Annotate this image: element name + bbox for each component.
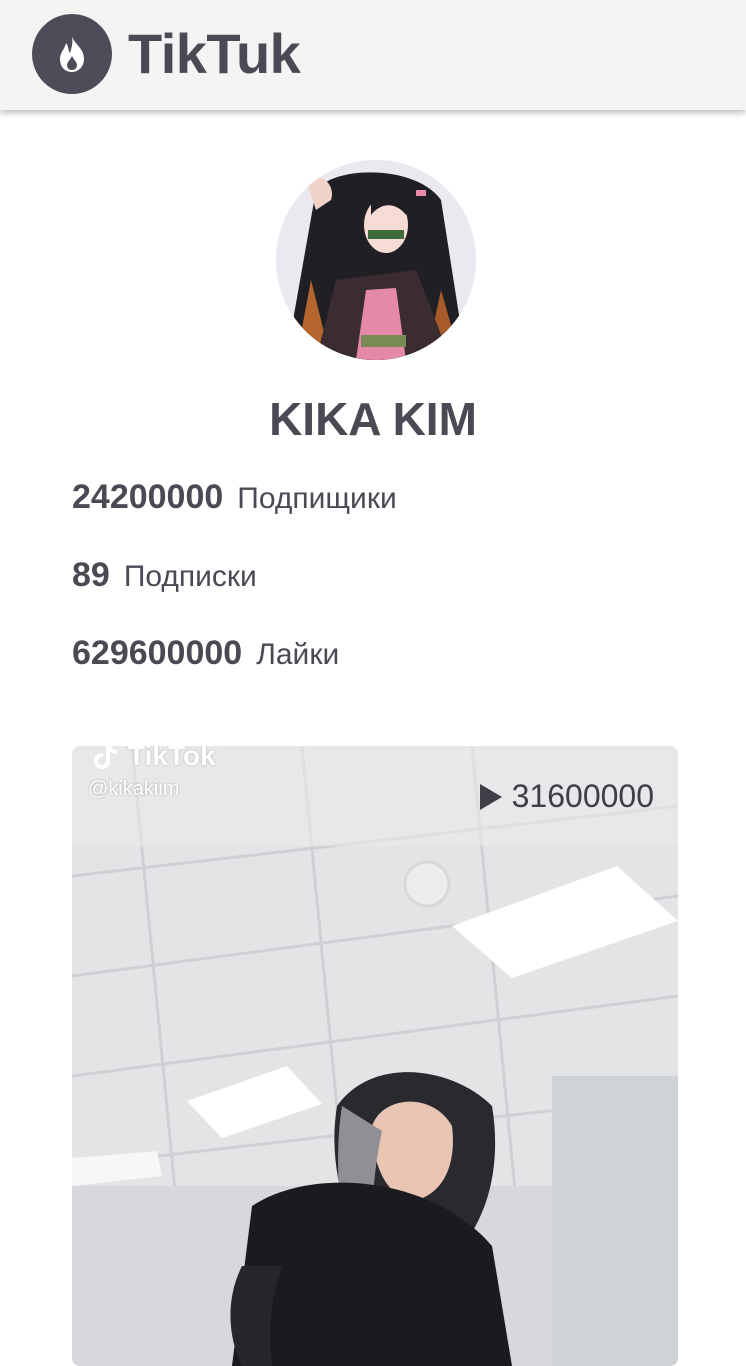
following-label: Подписки <box>123 560 257 593</box>
app-logo[interactable] <box>32 14 112 94</box>
likes-count: 629600000 <box>72 634 243 672</box>
followers-count: 24200000 <box>72 478 224 516</box>
likes-label: Лайки <box>256 638 340 671</box>
followers-label: Подпищики <box>237 482 397 515</box>
stat-likes: 629600000 Лайки <box>72 634 339 673</box>
stat-followers: 24200000 Подпищики <box>72 478 397 517</box>
tiktok-handle: @kikakiim <box>88 778 180 800</box>
video-views: 31600000 <box>479 778 654 815</box>
avatar <box>276 160 476 360</box>
flame-icon <box>60 36 84 72</box>
video-view-count: 31600000 <box>511 778 654 814</box>
app-title: TikTuk <box>128 22 301 85</box>
tiktok-brand-text: TikTok <box>128 746 216 771</box>
app-header: TikTuk <box>0 0 746 110</box>
following-count: 89 <box>72 556 110 594</box>
stat-following: 89 Подписки <box>72 556 257 595</box>
profile-name: KIKA KIM <box>269 393 477 445</box>
tiktok-watermark: TikTok <box>92 746 216 772</box>
tiktok-logo-icon <box>94 746 117 769</box>
play-icon <box>479 783 502 810</box>
avatar-illustration <box>276 160 476 360</box>
video-card[interactable]: TikTok @kikakiim 31600000 <box>72 746 678 1366</box>
